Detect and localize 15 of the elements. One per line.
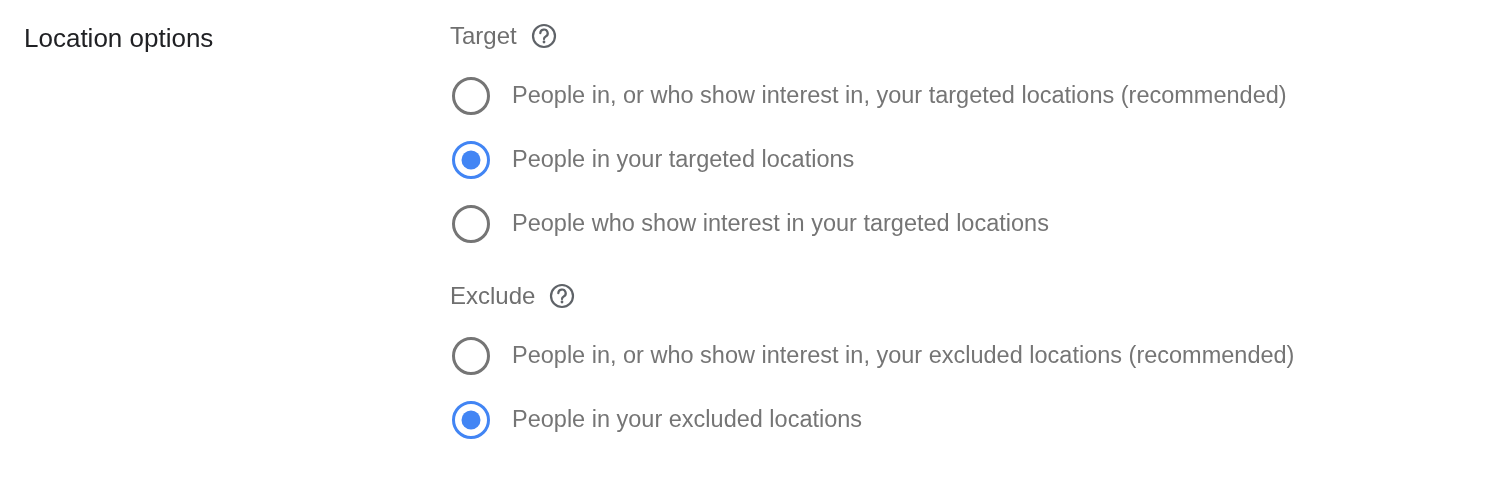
option-label: People who show interest in your targeted locations — [512, 209, 1049, 239]
option-label: People in, or who show interest in, your targeted locations (recommended) — [512, 81, 1287, 111]
radio-button[interactable] — [450, 203, 492, 245]
section-label: Location options — [24, 22, 215, 55]
group-title: Exclude — [450, 281, 536, 311]
radio-button[interactable] — [450, 335, 492, 377]
help-icon[interactable] — [530, 23, 557, 49]
option-label: People in, or who show interest in, your excluded locations (recommended) — [512, 341, 1295, 371]
option-label: People in your excluded locations — [512, 405, 863, 435]
option-label: People in your targeted locations — [512, 145, 855, 175]
radio-button[interactable] — [450, 75, 492, 117]
group-title: Target — [450, 21, 517, 51]
radio-button[interactable] — [450, 139, 492, 181]
radio-button[interactable] — [450, 399, 492, 441]
help-icon[interactable] — [549, 283, 576, 309]
